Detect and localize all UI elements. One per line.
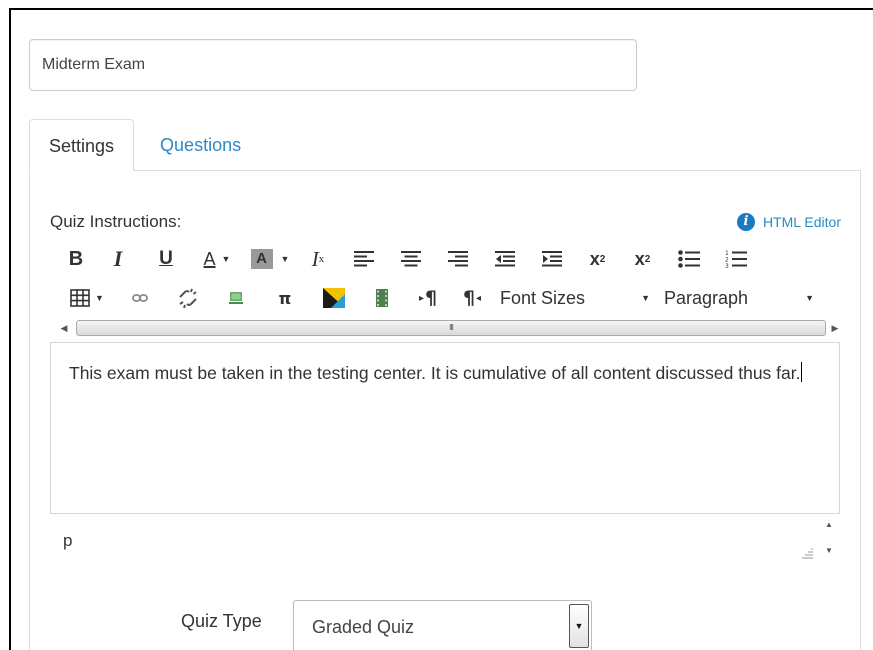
arrow-left-icon: ◂ — [476, 292, 482, 304]
media-icon — [323, 288, 345, 308]
video-button[interactable] — [358, 283, 406, 313]
resize-handle-icon[interactable] — [800, 545, 814, 559]
font-color-button[interactable]: A ▼ — [190, 244, 244, 274]
editor-toolbar-row-1: B I U A ▼ A ▼ Ix x2 x2 123 — [58, 244, 759, 274]
italic-button[interactable]: I — [94, 244, 142, 274]
image-icon — [229, 292, 243, 304]
paragraph-select[interactable]: Paragraph ▼ — [664, 283, 814, 313]
unlink-icon — [179, 288, 197, 309]
indent-button[interactable] — [528, 244, 575, 274]
html-editor-link[interactable]: i HTML Editor — [736, 213, 841, 231]
align-right-button[interactable] — [434, 244, 481, 274]
paragraph-ltr-icon: ¶ — [424, 287, 438, 309]
clear-formatting-icon: I — [311, 246, 319, 271]
chevron-down-icon: ▼ — [805, 293, 814, 303]
arrow-right-icon: ▸ — [418, 292, 424, 304]
scroll-up-arrow-icon[interactable]: ▲ — [824, 520, 834, 529]
text-cursor — [801, 362, 803, 382]
superscript-button[interactable]: x2 — [575, 244, 620, 274]
align-left-button[interactable] — [340, 244, 387, 274]
tab-questions[interactable]: Questions — [134, 119, 260, 171]
media-button[interactable] — [310, 283, 358, 313]
quiz-type-label: Quiz Type — [181, 611, 262, 631]
background-color-icon: A — [250, 249, 273, 269]
numbered-list-button[interactable]: 123 — [712, 244, 759, 274]
outdent-button[interactable] — [481, 244, 528, 274]
quiz-instructions-label: Quiz Instructions: — [50, 212, 182, 231]
chevron-down-icon: ▼ — [280, 254, 290, 264]
toolbar-horizontal-scrollbar[interactable]: ◀ III ▶ — [58, 317, 841, 339]
scroll-left-arrow-icon[interactable]: ◀ — [58, 321, 70, 335]
outdent-icon — [494, 251, 515, 267]
scrollbar-thumb[interactable]: III — [76, 320, 826, 336]
clear-formatting-sub: x — [318, 253, 325, 265]
background-color-button[interactable]: A ▼ — [244, 244, 296, 274]
quiz-type-select[interactable]: Graded Quiz ▼ — [293, 600, 592, 650]
font-sizes-select[interactable]: Font Sizes ▼ — [500, 283, 650, 313]
subscript-icon: x — [634, 248, 645, 269]
indent-icon — [541, 251, 562, 267]
paragraph-rtl-icon: ¶ — [462, 287, 476, 309]
grip-icon: III — [449, 323, 454, 332]
element-path: p — [63, 531, 73, 550]
editor-toolbar-row-2: ▼ π ▸ ¶ ¶ ◂ Font Sizes ▼ Paragraph ▼ — [58, 283, 814, 313]
html-editor-label: HTML Editor — [762, 214, 841, 230]
chevron-down-icon: ▼ — [641, 293, 650, 303]
align-right-icon — [447, 251, 468, 267]
bullet-list-icon — [677, 250, 700, 268]
link-button[interactable] — [116, 283, 164, 313]
quiz-title-input[interactable] — [29, 39, 637, 91]
math-button[interactable]: π — [260, 283, 310, 313]
chevron-down-icon: ▼ — [95, 293, 104, 303]
subscript-mark: 2 — [644, 253, 651, 265]
tab-settings[interactable]: Settings — [29, 119, 135, 171]
superscript-mark: 2 — [599, 253, 606, 265]
paragraph-label: Paragraph — [664, 287, 749, 308]
table-button[interactable]: ▼ — [58, 283, 116, 313]
scroll-down-arrow-icon[interactable]: ▼ — [824, 546, 834, 555]
rtl-button[interactable]: ¶ ◂ — [450, 283, 494, 313]
chevron-down-icon[interactable]: ▼ — [569, 604, 589, 648]
editor-content: This exam must be taken in the testing c… — [69, 363, 801, 383]
font-sizes-label: Font Sizes — [500, 287, 586, 308]
clear-formatting-button[interactable]: Ix — [296, 244, 340, 274]
align-center-button[interactable] — [387, 244, 434, 274]
align-left-icon — [353, 251, 374, 267]
underline-button[interactable]: U — [142, 244, 190, 274]
unlink-button[interactable] — [164, 283, 212, 313]
font-color-icon: A — [203, 248, 216, 269]
tab-bar: Settings Questions — [29, 119, 260, 171]
align-center-icon — [400, 251, 421, 267]
table-icon — [70, 289, 90, 307]
subscript-button[interactable]: x2 — [620, 244, 665, 274]
superscript-icon: x — [589, 248, 600, 269]
scroll-right-arrow-icon[interactable]: ▶ — [829, 321, 841, 335]
ltr-button[interactable]: ▸ ¶ — [406, 283, 450, 313]
film-icon — [376, 289, 388, 307]
image-button[interactable] — [212, 283, 260, 313]
quiz-instructions-editor[interactable]: This exam must be taken in the testing c… — [50, 342, 840, 514]
status-vertical-scrollbar[interactable]: ▲ ▼ — [818, 516, 838, 566]
chevron-down-icon: ▼ — [221, 254, 231, 264]
numbered-list-icon: 123 — [725, 250, 747, 268]
info-icon: i — [736, 213, 755, 231]
svg-text:3: 3 — [725, 263, 729, 268]
bold-button[interactable]: B — [58, 244, 94, 274]
quiz-type-value: Graded Quiz — [312, 617, 415, 637]
bullet-list-button[interactable] — [665, 244, 712, 274]
link-icon — [132, 294, 148, 302]
